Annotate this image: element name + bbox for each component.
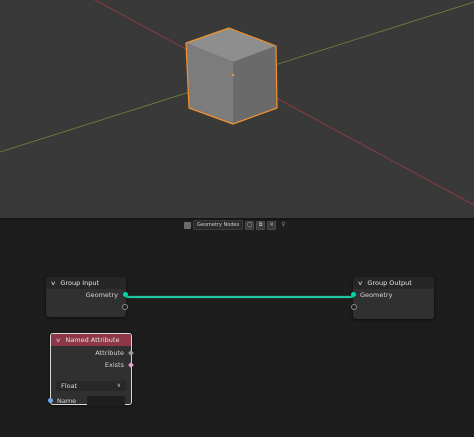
output-socket-row: Attribute: [51, 347, 134, 359]
virtual-socket-icon[interactable]: [351, 304, 357, 310]
socket-label: Exists: [104, 361, 124, 369]
collapse-chevron-icon[interactable]: ∨: [50, 280, 56, 287]
collapse-chevron-icon[interactable]: ∨: [55, 337, 61, 344]
node-title: Group Input: [60, 279, 100, 287]
input-socket-row: Geometry: [351, 289, 434, 301]
chevron-down-icon: ∨: [116, 382, 121, 389]
x-axis-line: [94, 0, 474, 206]
dropdown-value: Float: [61, 382, 78, 390]
name-input-field[interactable]: [87, 396, 125, 406]
socket-label: Attribute: [95, 349, 124, 357]
object-origin: [231, 73, 235, 77]
node-header[interactable]: ∨ Group Output: [353, 277, 434, 289]
empty-socket-row: [46, 301, 128, 313]
empty-socket-row: [351, 301, 434, 313]
collapse-chevron-icon[interactable]: ∨: [357, 280, 363, 287]
viewport-scene: [0, 0, 474, 206]
node-header[interactable]: ∨ Named Attribute: [51, 334, 131, 346]
default-cube[interactable]: [185, 27, 278, 125]
output-socket-row: Exists: [51, 359, 134, 371]
3d-viewport[interactable]: [0, 0, 474, 218]
node-title: Group Output: [367, 279, 412, 287]
socket-label: Geometry: [85, 291, 118, 299]
node-header[interactable]: ∨ Group Input: [46, 277, 126, 289]
socket-label: Geometry: [360, 291, 393, 299]
geometry-socket-icon[interactable]: [123, 292, 128, 297]
group-input-node[interactable]: ∨ Group Input Geometry: [46, 277, 128, 317]
virtual-socket-icon[interactable]: [122, 304, 128, 310]
data-type-dropdown[interactable]: Float ∨: [56, 381, 126, 391]
socket-label: Name: [57, 397, 77, 405]
named-attribute-node[interactable]: ∨ Named Attribute Attribute Exists Float…: [48, 333, 134, 407]
group-output-node[interactable]: ∨ Group Output Geometry: [351, 277, 434, 319]
geometry-node-editor[interactable]: Geometry Nodes ◯ ⧉ ✕ ⚲ ∨ Group Input Geo…: [0, 220, 474, 437]
geometry-socket-icon[interactable]: [351, 292, 356, 297]
output-socket-row: Geometry: [46, 289, 128, 301]
node-title: Named Attribute: [65, 336, 120, 344]
string-socket-icon[interactable]: [48, 398, 53, 403]
input-socket-row: Name: [48, 395, 85, 407]
